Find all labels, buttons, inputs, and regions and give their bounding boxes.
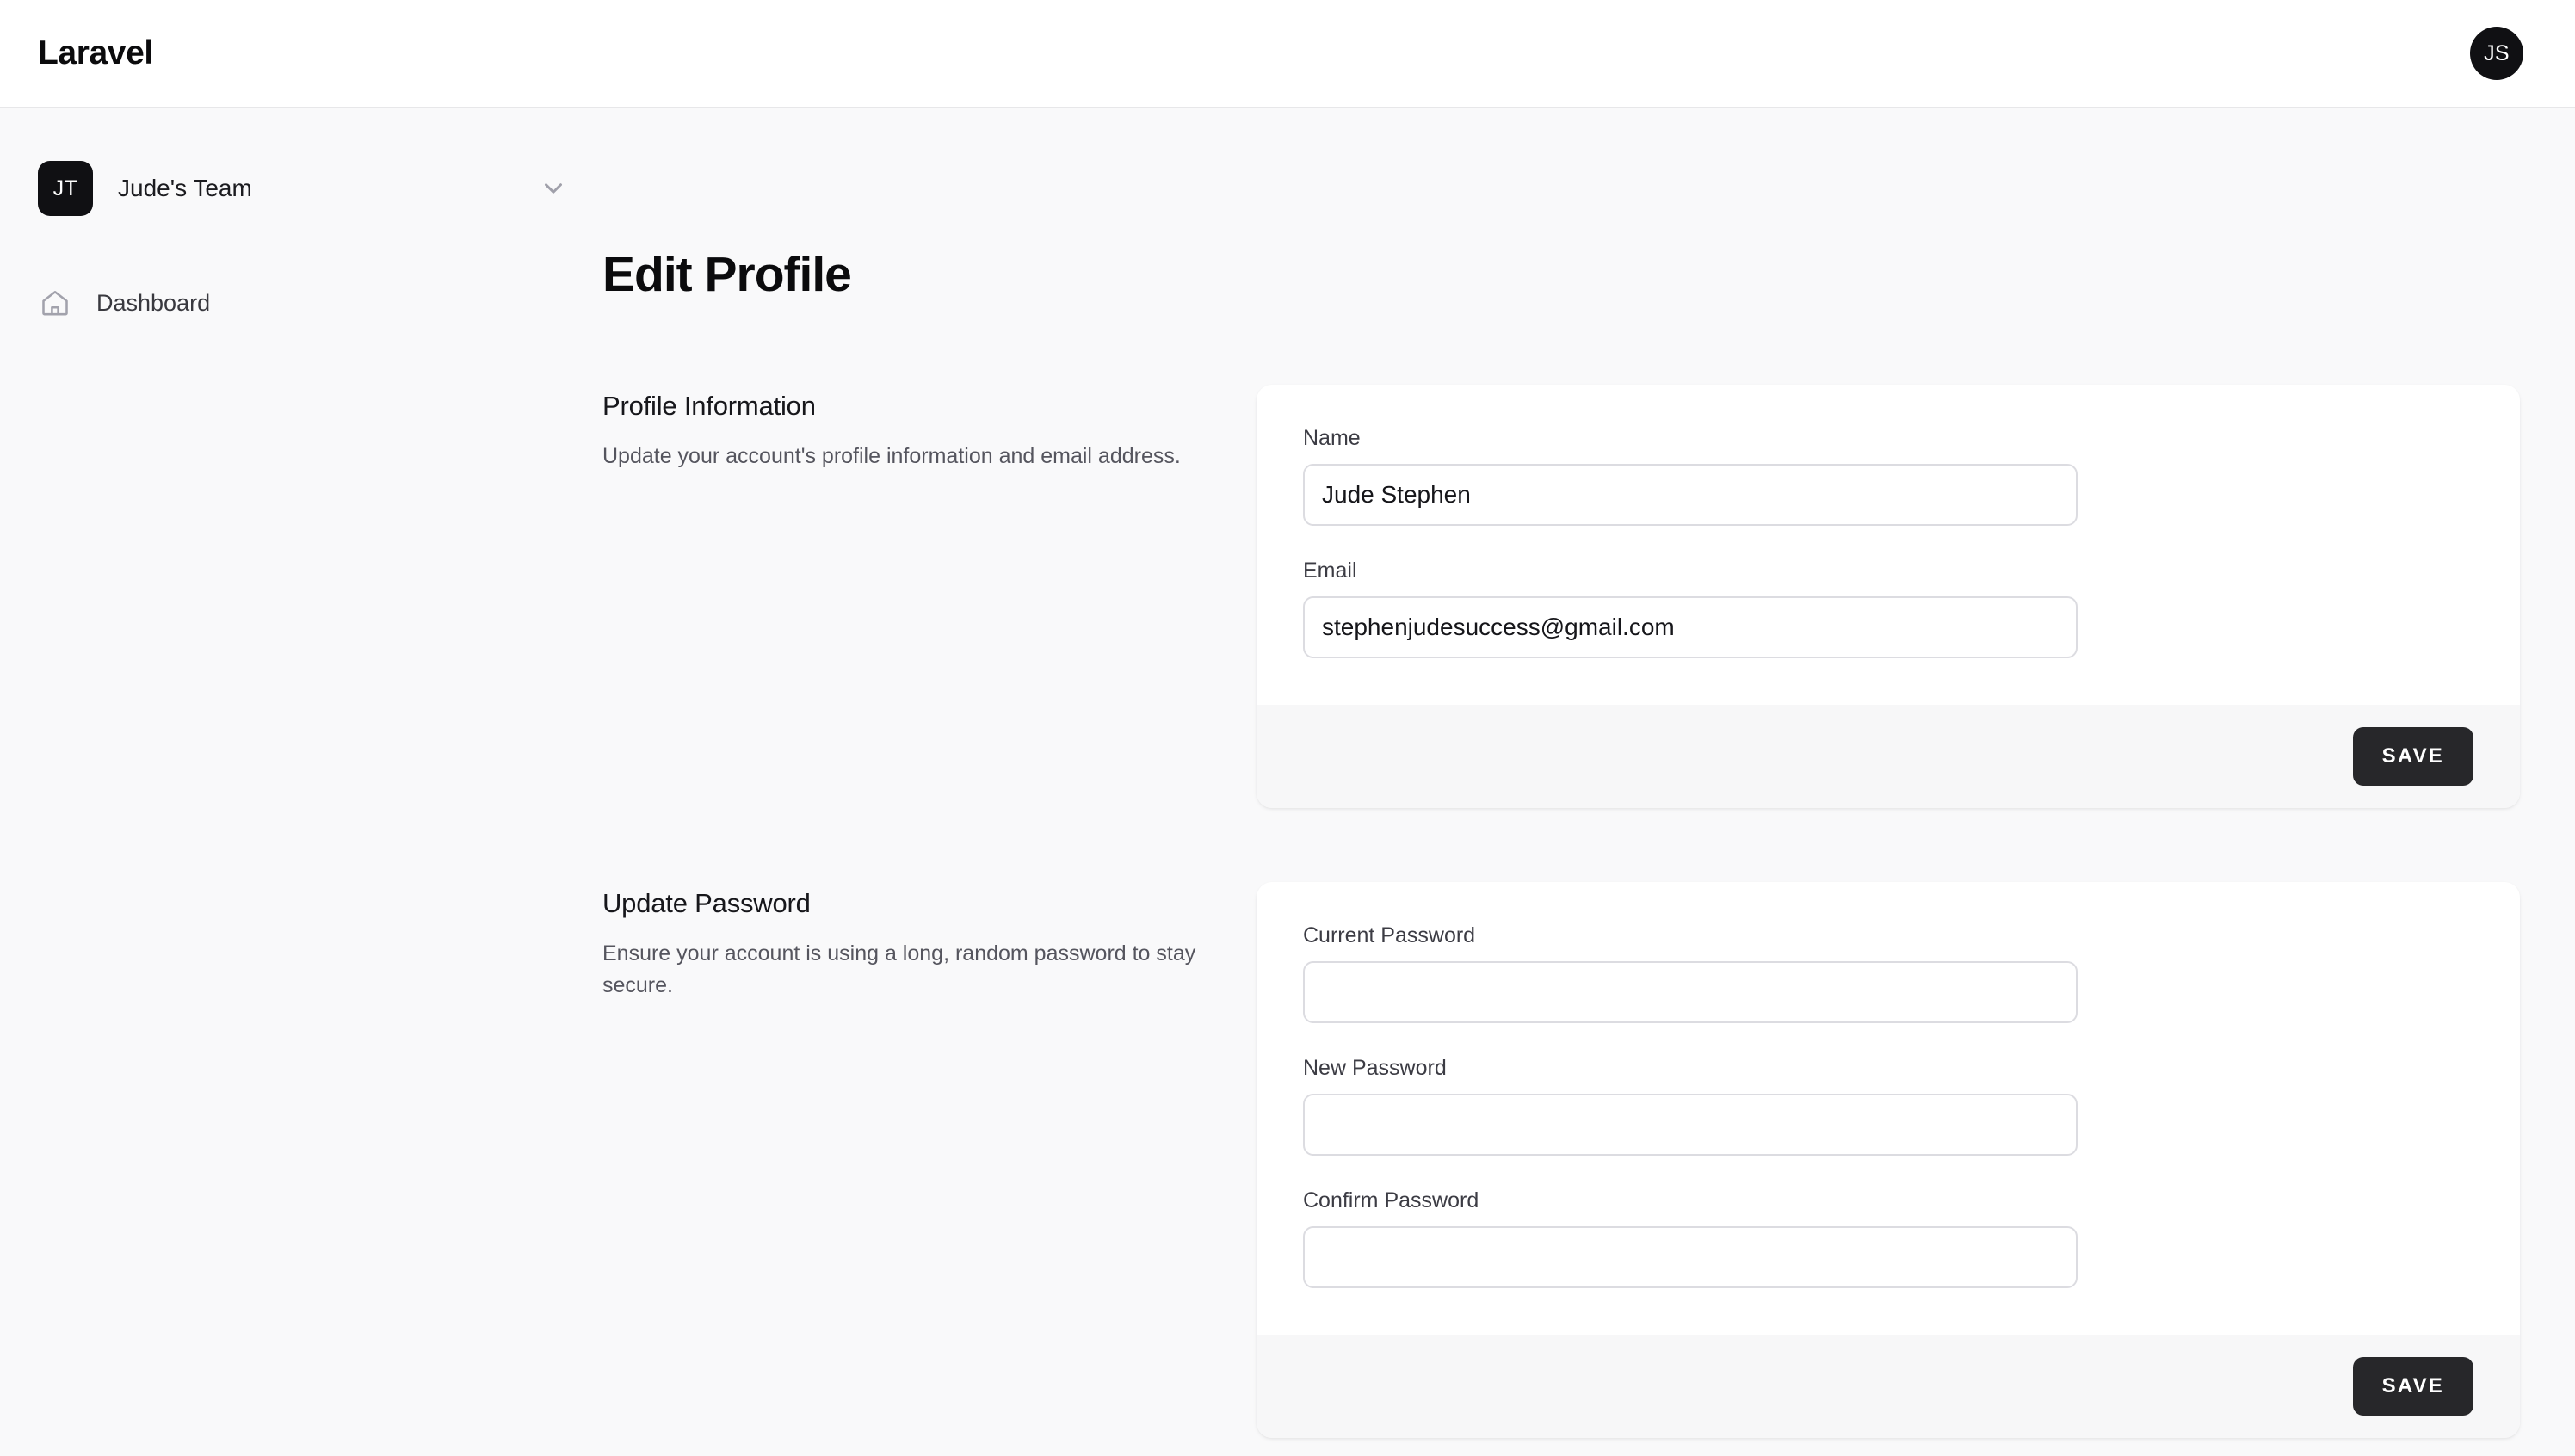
card-footer: SAVE [1257, 705, 2520, 808]
section-description: Update your account's profile informatio… [602, 444, 1181, 468]
name-input[interactable] [1303, 464, 2078, 526]
sidebar-item-dashboard[interactable]: Dashboard [0, 277, 602, 329]
save-profile-button[interactable]: SAVE [2352, 727, 2473, 786]
home-icon [38, 286, 72, 320]
section-meta: Profile Information Update your account'… [602, 385, 1257, 472]
sidebar: JT Jude's Team Dashboard [0, 108, 602, 1456]
field-name: Name [1303, 426, 2473, 526]
field-new-password: New Password [1303, 1056, 2473, 1156]
confirm-password-input[interactable] [1303, 1226, 2078, 1288]
field-email: Email [1303, 558, 2473, 658]
section-heading: Update Password [602, 888, 811, 918]
page-shell: JT Jude's Team Dashboard Edit Profile Pr… [0, 108, 2575, 1456]
app-header: Laravel JS [0, 0, 2575, 108]
section-profile-information: Profile Information Update your account'… [602, 385, 2520, 808]
name-label: Name [1303, 426, 1361, 450]
new-password-input[interactable] [1303, 1094, 2078, 1156]
chevron-down-icon [539, 174, 568, 203]
email-label: Email [1303, 558, 1357, 583]
section-update-password: Update Password Ensure your account is u… [602, 882, 2520, 1438]
sidebar-item-label: Dashboard [96, 289, 211, 316]
new-password-label: New Password [1303, 1056, 1447, 1080]
profile-information-card: Name Email SAVE [1257, 385, 2520, 808]
save-password-button[interactable]: SAVE [2352, 1357, 2473, 1416]
app-logo[interactable]: Laravel [38, 34, 153, 72]
update-password-card: Current Password New Password Confirm Pa… [1257, 882, 2520, 1438]
field-confirm-password: Confirm Password [1303, 1188, 2473, 1288]
team-switcher[interactable]: JT Jude's Team [38, 157, 568, 220]
sidebar-nav: Dashboard [0, 277, 602, 329]
card-body: Name Email [1257, 385, 2520, 705]
confirm-password-label: Confirm Password [1303, 1188, 1479, 1212]
field-current-password: Current Password [1303, 923, 2473, 1023]
team-avatar: JT [38, 161, 93, 216]
main-content: Edit Profile Profile Information Update … [602, 108, 2575, 1456]
current-password-label: Current Password [1303, 923, 1476, 947]
page-title: Edit Profile [602, 247, 852, 302]
section-meta: Update Password Ensure your account is u… [602, 882, 1257, 1002]
section-heading: Profile Information [602, 391, 816, 421]
user-avatar[interactable]: JS [2470, 27, 2523, 80]
team-name-label: Jude's Team [118, 175, 252, 201]
email-input[interactable] [1303, 596, 2078, 658]
current-password-input[interactable] [1303, 961, 2078, 1023]
section-description: Ensure your account is using a long, ran… [602, 941, 1196, 997]
card-body: Current Password New Password Confirm Pa… [1257, 882, 2520, 1335]
card-footer: SAVE [1257, 1335, 2520, 1438]
